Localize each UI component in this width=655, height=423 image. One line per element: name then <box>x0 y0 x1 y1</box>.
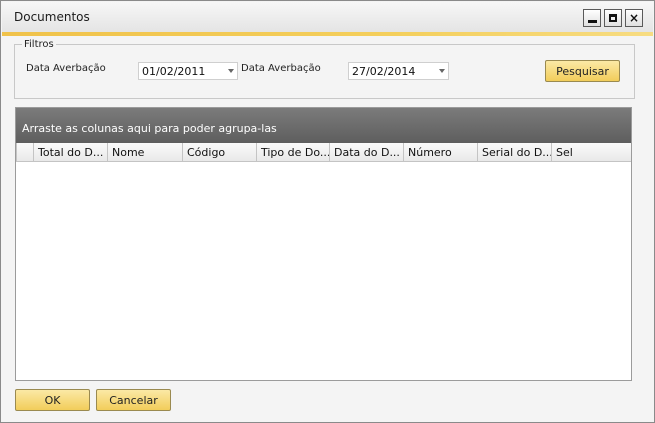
date-to-value: 27/02/2014 <box>352 65 416 78</box>
title-bar[interactable]: Documentos × <box>2 2 653 32</box>
documents-grid[interactable]: Arraste as colunas aqui para poder agrup… <box>15 107 632 381</box>
column-header-codigo[interactable]: Código <box>182 143 256 161</box>
column-header-nome[interactable]: Nome <box>107 143 182 161</box>
minimize-button[interactable] <box>583 9 601 27</box>
search-button[interactable]: Pesquisar <box>545 60 620 82</box>
window-title: Documentos <box>14 10 90 24</box>
column-header-sel[interactable]: Sel <box>551 143 631 161</box>
column-header-numero[interactable]: Número <box>403 143 477 161</box>
column-header-total[interactable]: Total do D... <box>33 143 107 161</box>
chevron-down-icon <box>228 69 234 73</box>
date-to-label: Data Averbação <box>241 63 321 74</box>
cancel-button[interactable]: Cancelar <box>96 389 171 411</box>
group-by-hint: Arraste as colunas aqui para poder agrup… <box>22 122 277 135</box>
date-from-value: 01/02/2011 <box>142 65 206 78</box>
column-header-serial[interactable]: Serial do D... <box>477 143 551 161</box>
ok-button[interactable]: OK <box>15 389 90 411</box>
title-accent-bar <box>2 32 653 36</box>
maximize-button[interactable] <box>604 9 622 27</box>
grid-column-headers: Total do D... Nome Código Tipo de Do... … <box>16 143 631 162</box>
filters-group: Filtros <box>14 39 635 99</box>
close-icon: × <box>628 11 640 25</box>
column-header-tipo[interactable]: Tipo de Do... <box>256 143 329 161</box>
column-header-data[interactable]: Data do D... <box>329 143 403 161</box>
date-to-combo[interactable]: 27/02/2014 <box>348 62 449 80</box>
row-selector-header[interactable] <box>16 143 33 161</box>
maximize-icon <box>609 14 617 22</box>
documents-window: Documentos × Filtros Data Averbação 01/0… <box>0 0 655 423</box>
minimize-icon <box>587 19 597 23</box>
filters-legend: Filtros <box>24 39 54 50</box>
chevron-down-icon <box>439 69 445 73</box>
group-by-area[interactable]: Arraste as colunas aqui para poder agrup… <box>16 108 631 143</box>
date-from-combo[interactable]: 01/02/2011 <box>138 62 238 80</box>
date-from-label: Data Averbação <box>26 63 106 74</box>
close-button[interactable]: × <box>625 9 643 27</box>
